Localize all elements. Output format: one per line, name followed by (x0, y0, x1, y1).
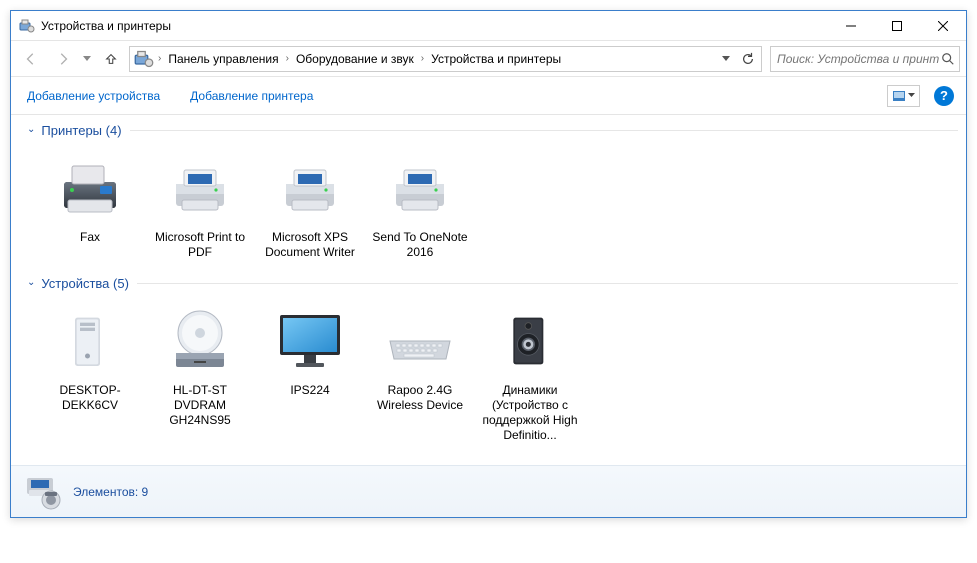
disc-drive-icon (164, 305, 236, 377)
item-desktop[interactable]: DESKTOP-DEKK6CV (35, 301, 145, 447)
window-title: Устройства и принтеры (41, 19, 828, 33)
item-label: Fax (80, 230, 100, 245)
content-area: ⌄ Принтеры (4) (11, 115, 966, 465)
up-button[interactable] (97, 46, 125, 72)
refresh-button[interactable] (737, 47, 759, 71)
section-printers-header[interactable]: ⌄ Принтеры (4) (11, 119, 966, 142)
crumb-devices-printers[interactable]: Устройства и принтеры (426, 47, 566, 71)
window: Устройства и принтеры (10, 10, 967, 518)
add-device-button[interactable]: Добавление устройства (23, 83, 164, 109)
chevron-right-icon[interactable]: › (284, 53, 291, 64)
chevron-right-icon[interactable]: › (156, 53, 163, 64)
section-printers-title: Принтеры (4) (41, 123, 121, 138)
statusbar-count: Элементов: 9 (73, 485, 148, 499)
printer-icon (164, 152, 236, 224)
chevron-right-icon[interactable]: › (419, 53, 426, 64)
printer-icon (274, 152, 346, 224)
titlebar: Устройства и принтеры (11, 11, 966, 41)
printer-icon (384, 152, 456, 224)
item-dvd-drive[interactable]: HL-DT-ST DVDRAM GH24NS95 (145, 301, 255, 447)
statusbar: Элементов: 9 (11, 465, 966, 517)
address-bar[interactable]: › Панель управления › Оборудование и зву… (129, 46, 762, 72)
item-fax[interactable]: Fax (35, 148, 145, 264)
history-dropdown[interactable] (81, 56, 93, 62)
addressbar-icon (134, 49, 154, 69)
toolbar: Добавление устройства Добавление принтер… (11, 77, 966, 115)
search-icon[interactable] (941, 52, 955, 66)
section-devices-title: Устройства (5) (41, 276, 129, 291)
search-box[interactable] (770, 46, 960, 72)
minimize-button[interactable] (828, 11, 874, 40)
item-print-to-pdf[interactable]: Microsoft Print to PDF (145, 148, 255, 264)
item-label: IPS224 (290, 383, 329, 398)
monitor-icon (274, 305, 346, 377)
item-label: DESKTOP-DEKK6CV (39, 383, 141, 413)
forward-button[interactable] (49, 46, 77, 72)
search-input[interactable] (775, 51, 941, 67)
item-label: Send To OneNote 2016 (369, 230, 471, 260)
item-label: Microsoft Print to PDF (149, 230, 251, 260)
speaker-icon (494, 305, 566, 377)
back-button[interactable] (17, 46, 45, 72)
crumb-hardware-sound[interactable]: Оборудование и звук (291, 47, 419, 71)
item-speakers[interactable]: Динамики (Устройство с поддержкой High D… (475, 301, 585, 447)
item-onenote[interactable]: Send To OneNote 2016 (365, 148, 475, 264)
addressbar-dropdown[interactable] (715, 47, 737, 71)
window-buttons (828, 11, 966, 40)
navbar: › Панель управления › Оборудование и зву… (11, 41, 966, 77)
computer-icon (54, 305, 126, 377)
item-label: Microsoft XPS Document Writer (259, 230, 361, 260)
item-keyboard[interactable]: Rapoo 2.4G Wireless Device (365, 301, 475, 447)
help-button[interactable]: ? (934, 86, 954, 106)
devices-items: DESKTOP-DEKK6CV HL-DT-ST (11, 295, 966, 455)
fax-icon (54, 152, 126, 224)
add-printer-button[interactable]: Добавление принтера (186, 83, 317, 109)
crumb-control-panel[interactable]: Панель управления (163, 47, 283, 71)
maximize-button[interactable] (874, 11, 920, 40)
item-xps-writer[interactable]: Microsoft XPS Document Writer (255, 148, 365, 264)
keyboard-icon (384, 305, 456, 377)
item-label: Динамики (Устройство с поддержкой High D… (479, 383, 581, 443)
printers-items: Fax Microsoft Print to PD (11, 142, 966, 272)
section-devices-header[interactable]: ⌄ Устройства (5) (11, 272, 966, 295)
close-button[interactable] (920, 11, 966, 40)
chevron-down-icon: ⌄ (27, 124, 35, 135)
item-label: HL-DT-ST DVDRAM GH24NS95 (149, 383, 251, 428)
chevron-down-icon: ⌄ (27, 277, 35, 288)
devices-printers-icon (19, 18, 35, 34)
view-options-button[interactable] (887, 85, 920, 107)
statusbar-icon (23, 472, 63, 512)
item-monitor[interactable]: IPS224 (255, 301, 365, 447)
item-label: Rapoo 2.4G Wireless Device (369, 383, 471, 413)
